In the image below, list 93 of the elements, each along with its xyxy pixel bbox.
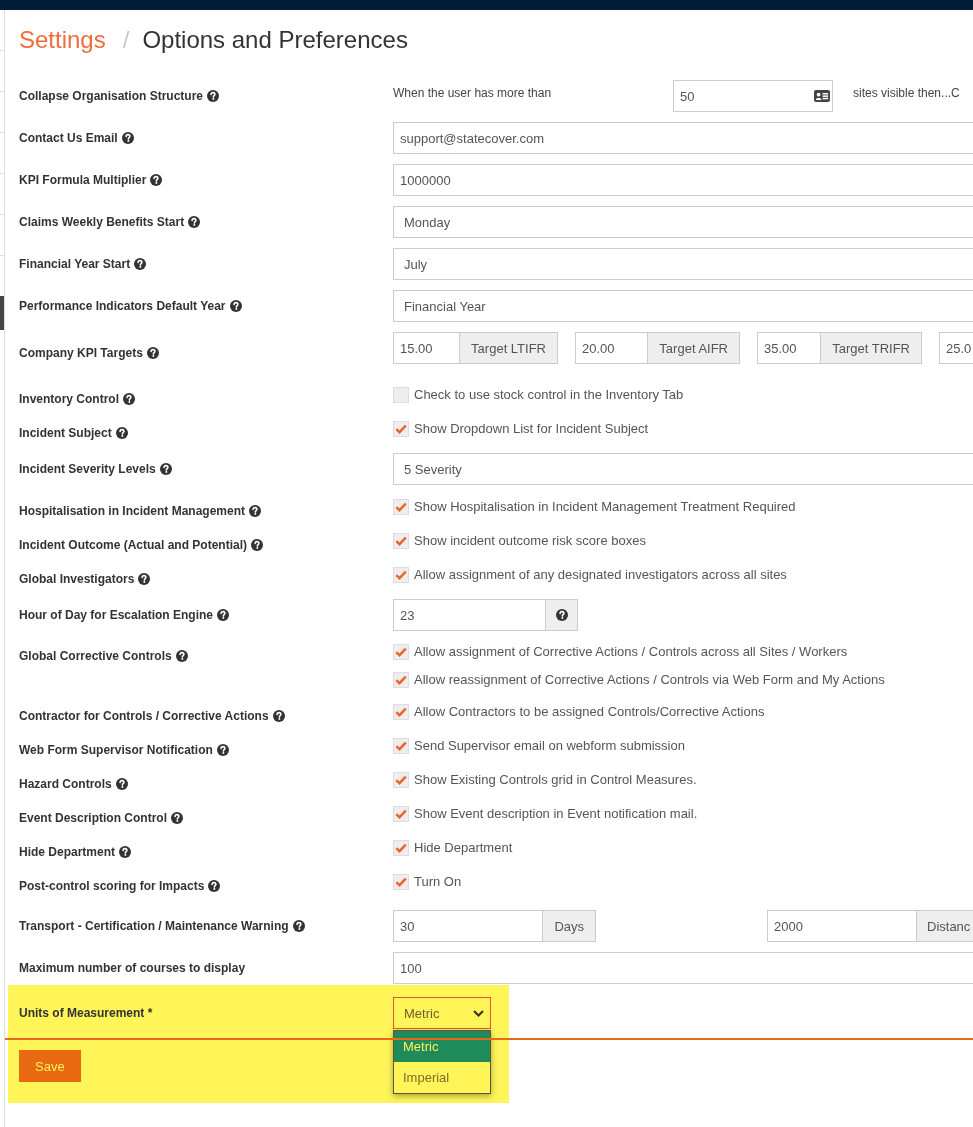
text-field[interactable]: 30 [393,910,544,942]
setting-label: Contractor for Controls / Corrective Actions [19,708,269,725]
setting-label: Contact Us Email [19,130,118,147]
check-icon [395,502,407,512]
check-icon [395,843,407,853]
setting-label: Event Description Control [19,810,167,827]
field-suffix: sites visible then...C [853,85,961,102]
units-select[interactable]: Metric [393,997,491,1029]
checkbox[interactable] [393,772,409,788]
setting-label: Maximum number of courses to display [19,960,246,977]
check-icon [395,570,407,580]
id-card-icon [814,90,830,102]
checkbox[interactable] [393,567,409,583]
setting-label: Hazard Controls [19,776,112,793]
setting-label: Hour of Day for Escalation Engine [19,607,214,624]
checkbox-label: Show Dropdown List for Incident Subject [414,421,649,437]
text-field[interactable]: 23 [393,599,546,631]
checkbox-label: Show Event description in Event notification mail. [414,806,698,822]
sidebar-active-marker [0,296,4,330]
text-field[interactable]: 25.0 [939,332,973,364]
checkbox-label: Check to use stock control in the Inventory Tab [414,387,684,403]
check-icon [395,877,407,887]
setting-label: Units of Measurement * [19,1005,153,1022]
setting-label: Financial Year Start [19,256,131,273]
setting-label: Incident Subject [19,425,112,442]
check-icon [395,741,407,751]
setting-label: Incident Severity Levels [19,461,156,478]
checkbox-label: Show Hospitalisation in Incident Management Treatment Required [414,499,796,515]
text-field[interactable]: 35.00 [757,332,822,364]
setting-label: Hide Department [19,844,116,861]
input-addon: Target LTIFR [460,332,558,364]
check-icon [395,536,407,546]
checkbox[interactable] [393,672,409,688]
input-addon: Days [543,910,596,942]
chevron-down-icon [473,1009,484,1017]
setting-label: Inventory Control [19,391,119,408]
checkbox[interactable] [393,704,409,720]
select-field[interactable]: July [393,248,973,280]
checkbox-label: Send Supervisor email on webform submission [414,738,685,754]
setting-label: Collapse Organisation Structure [19,88,204,105]
setting-label: Web Form Supervisor Notification [19,742,213,759]
checkbox-label: Show Existing Controls grid in Control Measures. [414,772,697,788]
checkbox[interactable] [393,644,409,660]
select-field[interactable]: 5 Severity [393,453,973,485]
select-field[interactable]: Financial Year [393,290,973,322]
setting-label: Post-control scoring for Impacts [19,878,205,895]
checkbox[interactable] [393,840,409,856]
text-field[interactable]: 2000 [767,910,917,942]
check-icon [395,675,407,685]
checkbox[interactable] [393,533,409,549]
checkbox[interactable] [393,387,409,403]
check-icon [395,707,407,717]
setting-label: Global Corrective Controls [19,648,172,665]
setting-label: Performance Indicators Default Year [19,298,226,315]
setting-label: Hospitalisation in Incident Management [19,503,246,520]
check-icon [395,424,407,434]
check-icon [395,809,407,819]
checkbox-label: Allow Contractors to be assigned Controls/Corrective Actions [414,704,765,720]
checkbox-label: Allow assignment of Corrective Actions / Controls across all Sites / Workers [414,644,848,660]
checkbox[interactable] [393,806,409,822]
checkbox-label: Allow assignment of any designated investigators across all sites [414,567,787,583]
help-icon [555,609,568,621]
page-title: Options and Preferences [142,26,408,53]
checkbox[interactable] [393,738,409,754]
input-addon: Distanc [917,910,973,942]
input-addon: Target TRIFR [821,332,922,364]
setting-label: Company KPI Targets [19,345,143,362]
text-field[interactable]: 1000000 [393,164,973,196]
input-addon: Target AIFR [648,332,740,364]
checkbox-label: Hide Department [414,840,513,856]
breadcrumb-separator: / [122,26,130,53]
checkbox[interactable] [393,874,409,890]
dropdown-option[interactable]: Metric [394,1031,490,1062]
check-icon [395,647,407,657]
setting-label: KPI Formula Multiplier [19,172,147,189]
text-field[interactable]: 20.00 [575,332,649,364]
setting-label: Claims Weekly Benefits Start [19,214,185,231]
text-field[interactable]: support@statecover.com [393,122,973,154]
text-field[interactable]: 100 [393,952,973,984]
setting-label: Global Investigators [19,571,135,588]
checkbox-label: Show incident outcome risk score boxes [414,533,646,549]
number-field[interactable]: 50 [673,80,833,112]
checkbox-label: Turn On [414,874,462,890]
setting-label: Transport - Certification / Maintenance Warning [19,918,289,935]
checkbox[interactable] [393,499,409,515]
checkbox[interactable] [393,421,409,437]
text-field[interactable]: 15.00 [393,332,461,364]
setting-label: Incident Outcome (Actual and Potential) [19,537,248,554]
field-prefix: When the user has more than [393,85,553,102]
checkbox-label: Allow reassignment of Corrective Actions / Controls via Web Form and My Actions [414,672,885,688]
check-icon [395,775,407,785]
select-field[interactable]: Monday [393,206,973,238]
dropdown-option[interactable]: Imperial [394,1062,490,1093]
